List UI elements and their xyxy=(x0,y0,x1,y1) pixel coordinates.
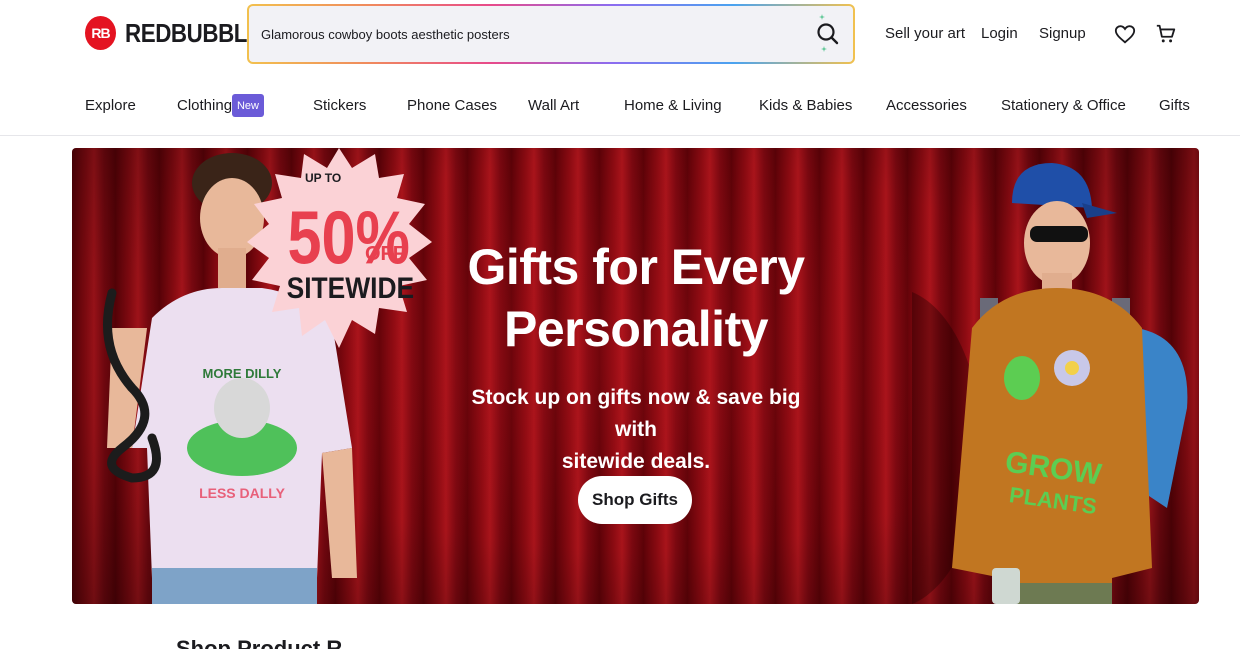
nav-item-phone-cases[interactable]: Phone Cases xyxy=(407,97,497,114)
nav-item-accessories[interactable]: Accessories xyxy=(886,97,967,114)
header: RB REDBUBBLE Sell your art Login Signup xyxy=(0,0,1240,70)
promo-burst-badge: UP TO 50% OFF SITEWIDE xyxy=(247,148,432,348)
promo-percent: 50% xyxy=(288,197,410,280)
search-inner xyxy=(249,6,853,62)
logo-text: REDBUBBLE xyxy=(125,17,262,48)
promo-up-to: UP TO xyxy=(305,171,341,185)
sell-your-art-link[interactable]: Sell your art xyxy=(885,25,965,42)
hero-subtitle-line1: Stock up on gifts now & save big with xyxy=(471,386,801,441)
heart-icon[interactable] xyxy=(1114,23,1136,45)
nav-item-clothing[interactable]: Clothing xyxy=(177,97,232,114)
hero-copy: Gifts for Every Personality xyxy=(448,148,824,604)
promo-sitewide: SITEWIDE xyxy=(287,270,415,304)
nav-item-gifts[interactable]: Gifts xyxy=(1159,97,1190,114)
search-bar xyxy=(247,4,855,64)
logo-mark: RB xyxy=(85,16,116,50)
hero-title-line2: Personality xyxy=(503,301,769,357)
section-title: Shop Product R xyxy=(176,636,343,649)
category-nav: Explore Clothing New Stickers Phone Case… xyxy=(0,86,1240,130)
nav-item-stationery-office[interactable]: Stationery & Office xyxy=(1001,97,1126,114)
hero-title: Gifts for Every Personality xyxy=(448,236,824,360)
nav-item-explore[interactable]: Explore xyxy=(85,97,136,114)
nav-item-wall-art[interactable]: Wall Art xyxy=(528,97,579,114)
search-input[interactable] xyxy=(261,6,801,62)
hero-title-line1: Gifts for Every xyxy=(467,239,805,295)
hero-subtitle-line2: sitewide deals. xyxy=(561,450,711,473)
login-link[interactable]: Login xyxy=(981,25,1018,42)
nav-item-home-living[interactable]: Home & Living xyxy=(624,97,722,114)
nav-item-kids-babies[interactable]: Kids & Babies xyxy=(759,97,852,114)
model-right-image: GROW PLANTS xyxy=(912,163,1188,604)
hero-banner[interactable]: MORE DILLY LESS DALLY UP TO 50% OFF SITE… xyxy=(72,148,1199,604)
search-icon[interactable] xyxy=(813,20,843,50)
nav-divider xyxy=(0,135,1240,136)
hero-subtitle: Stock up on gifts now & save big with si… xyxy=(448,382,824,478)
new-badge: New xyxy=(232,94,264,117)
shirt-left-top-text: MORE DILLY xyxy=(203,366,282,381)
signup-link[interactable]: Signup xyxy=(1039,25,1086,42)
shirt-left-bottom-text: LESS DALLY xyxy=(199,485,285,501)
cart-icon[interactable] xyxy=(1155,23,1177,45)
promo-off: OFF xyxy=(365,243,405,265)
nav-item-stickers[interactable]: Stickers xyxy=(313,97,366,114)
shop-gifts-button[interactable]: Shop Gifts xyxy=(578,476,692,524)
